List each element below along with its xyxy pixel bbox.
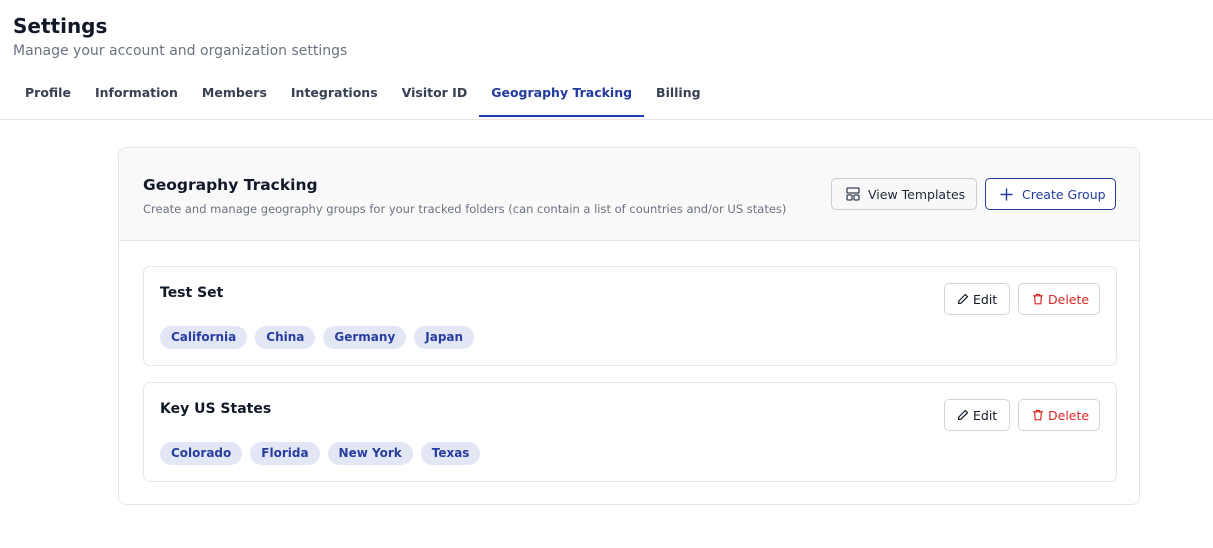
geography-tracking-panel: Geography Tracking Create and manage geo… xyxy=(118,147,1140,505)
tab-billing[interactable]: Billing xyxy=(644,83,713,117)
plus-icon xyxy=(1000,187,1013,201)
edit-group-button[interactable]: Edit xyxy=(944,283,1010,315)
delete-group-button[interactable]: Delete xyxy=(1018,399,1100,431)
trash-icon xyxy=(1032,293,1044,305)
page-header: Settings Manage your account and organiz… xyxy=(0,0,1213,119)
geo-tag: Texas xyxy=(420,442,481,465)
tab-information[interactable]: Information xyxy=(83,83,190,117)
group-tags: California China Germany Japan xyxy=(160,326,475,349)
group-name: Key US States xyxy=(160,401,272,417)
geo-tag: Colorado xyxy=(160,442,243,465)
delete-label: Delete xyxy=(1048,407,1090,423)
pencil-icon xyxy=(957,409,969,421)
geo-tag: Florida xyxy=(250,442,320,465)
settings-tabs: Profile Information Members Integrations… xyxy=(13,83,1200,119)
tab-profile[interactable]: Profile xyxy=(13,83,83,117)
geo-tag: New York xyxy=(327,442,413,465)
edit-label: Edit xyxy=(973,291,998,307)
tab-visitor-id[interactable]: Visitor ID xyxy=(390,83,480,117)
create-group-button[interactable]: Create Group xyxy=(985,178,1116,210)
delete-label: Delete xyxy=(1048,291,1090,307)
geo-tag: Germany xyxy=(323,326,407,349)
group-tags: Colorado Florida New York Texas xyxy=(160,442,481,465)
edit-group-button[interactable]: Edit xyxy=(944,399,1010,431)
tabs-divider xyxy=(0,119,1213,120)
tab-integrations[interactable]: Integrations xyxy=(279,83,390,117)
geography-group-card: Test Set California China Germany Japan … xyxy=(143,266,1117,366)
geo-tag: China xyxy=(255,326,316,349)
trash-icon xyxy=(1032,409,1044,421)
tab-geography-tracking[interactable]: Geography Tracking xyxy=(479,83,645,117)
view-templates-button[interactable]: View Templates xyxy=(831,178,977,210)
geo-tag: Japan xyxy=(414,326,475,349)
page-subtitle: Manage your account and organization set… xyxy=(13,43,348,59)
layout-template-icon xyxy=(846,187,860,201)
create-group-label: Create Group xyxy=(1022,186,1106,202)
panel-header: Geography Tracking Create and manage geo… xyxy=(119,148,1139,241)
edit-label: Edit xyxy=(973,407,998,423)
view-templates-label: View Templates xyxy=(868,186,966,202)
page-title: Settings xyxy=(13,14,108,38)
group-name: Test Set xyxy=(160,285,224,301)
geo-tag: California xyxy=(160,326,248,349)
delete-group-button[interactable]: Delete xyxy=(1018,283,1100,315)
geography-group-card: Key US States Colorado Florida New York … xyxy=(143,382,1117,482)
tab-members[interactable]: Members xyxy=(190,83,279,117)
pencil-icon xyxy=(957,293,969,305)
